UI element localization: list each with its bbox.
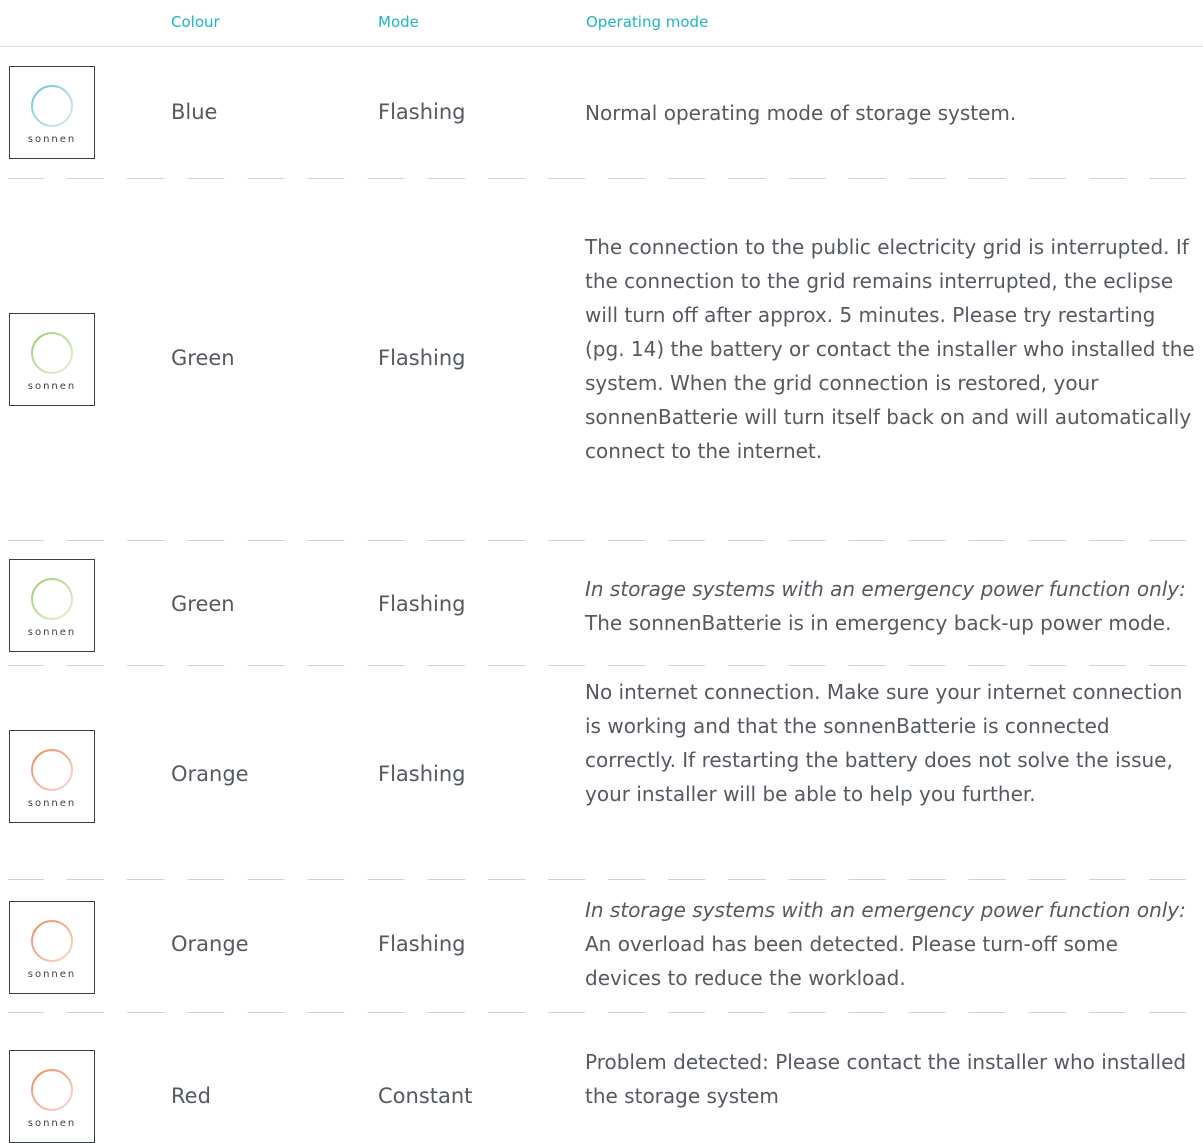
cell-description: In storage systems with an emergency pow…: [585, 572, 1200, 640]
cell-mode: Flashing: [378, 762, 466, 786]
sonnen-logo-icon: sonnen: [9, 66, 95, 159]
description-text: Problem detected: Please contact the ins…: [585, 1050, 1187, 1108]
cell-colour: Orange: [171, 932, 249, 956]
row-divider: [8, 178, 1203, 179]
cell-colour: Red: [171, 1084, 211, 1108]
logo-brand-text: sonnen: [27, 798, 77, 809]
column-header-mode: Mode: [378, 13, 419, 31]
description-text: The sonnenBatterie is in emergency back-…: [585, 611, 1172, 635]
cell-description: The connection to the public electricity…: [585, 230, 1200, 468]
description-text: An overload has been detected. Please tu…: [585, 932, 1118, 990]
logo-brand-text: sonnen: [27, 134, 77, 145]
column-header-operating-mode: Operating mode: [586, 13, 709, 31]
description-text: Normal operating mode of storage system.: [585, 101, 1017, 125]
description-note: In storage systems with an emergency pow…: [585, 577, 1186, 601]
sonnen-logo-icon: sonnen: [9, 901, 95, 994]
cell-description: In storage systems with an emergency pow…: [585, 893, 1200, 995]
description-note: In storage systems with an emergency pow…: [585, 898, 1186, 922]
logo-brand-text: sonnen: [27, 381, 77, 392]
table-header: Colour Mode Operating mode: [0, 0, 1203, 47]
column-header-colour: Colour: [171, 13, 220, 31]
cell-colour: Blue: [171, 100, 218, 124]
row-divider: [8, 1012, 1203, 1013]
row-divider: [8, 879, 1203, 880]
sonnen-logo-icon: sonnen: [9, 1050, 95, 1143]
cell-mode: Flashing: [378, 592, 466, 616]
logo-brand-text: sonnen: [27, 1118, 77, 1129]
sonnen-logo-icon: sonnen: [9, 559, 95, 652]
cell-description: Problem detected: Please contact the ins…: [585, 1045, 1200, 1113]
cell-mode: Flashing: [378, 346, 466, 370]
sonnen-logo-icon: sonnen: [9, 730, 95, 823]
cell-mode: Flashing: [378, 100, 466, 124]
cell-description: No internet connection. Make sure your i…: [585, 675, 1200, 811]
row-divider: [8, 540, 1203, 541]
cell-description: Normal operating mode of storage system.: [585, 96, 1200, 130]
cell-mode: Constant: [378, 1084, 473, 1108]
row-divider: [8, 665, 1203, 666]
description-text: The connection to the public electricity…: [585, 235, 1195, 463]
cell-colour: Orange: [171, 762, 249, 786]
cell-colour: Green: [171, 346, 235, 370]
sonnen-logo-icon: sonnen: [9, 313, 95, 406]
cell-mode: Flashing: [378, 932, 466, 956]
cell-colour: Green: [171, 592, 235, 616]
logo-brand-text: sonnen: [27, 969, 77, 980]
description-text: No internet connection. Make sure your i…: [585, 680, 1183, 806]
logo-brand-text: sonnen: [27, 627, 77, 638]
